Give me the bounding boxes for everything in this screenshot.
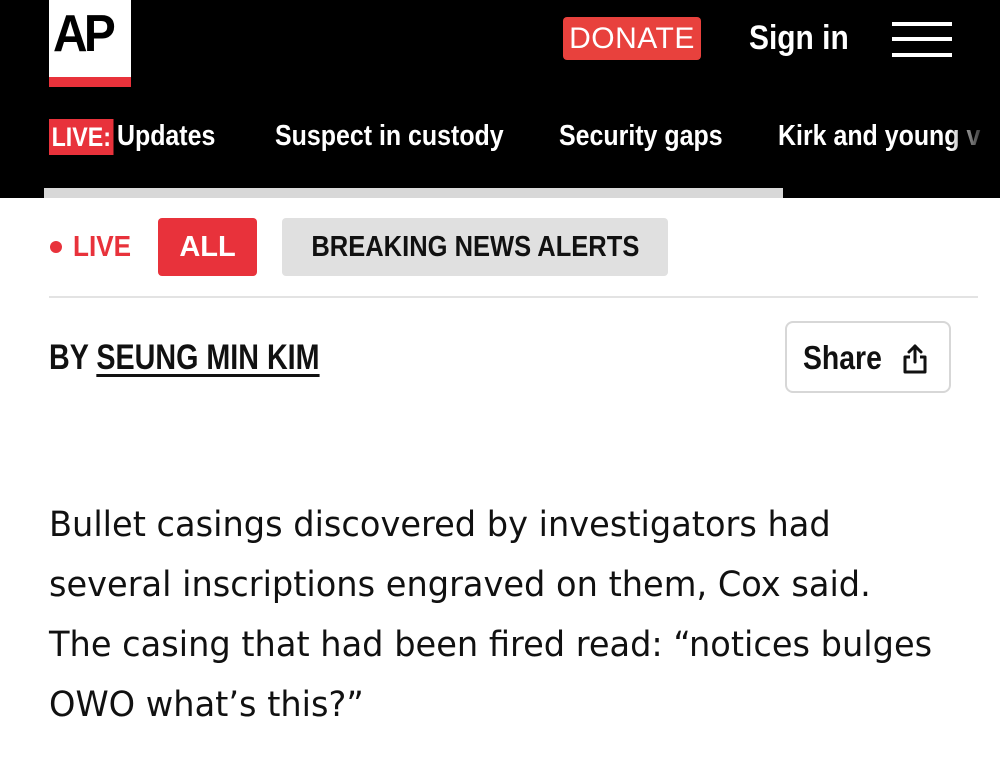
byline: BY SEUNG MIN KIM (49, 335, 320, 381)
menu-line (892, 22, 952, 26)
top-navigation-bar: AP DONATE Sign in LIVE: Updates Suspect i… (0, 0, 1000, 198)
share-upload-icon (903, 344, 927, 374)
nav-item-updates[interactable]: LIVE: Updates (49, 113, 215, 159)
nav-item-label: Updates (116, 120, 216, 152)
ap-logo[interactable]: AP (49, 0, 131, 87)
live-label: LIVE (73, 231, 132, 263)
section-divider (49, 296, 978, 298)
hamburger-menu-icon[interactable] (892, 22, 952, 58)
nav-item-suspect-in-custody[interactable]: Suspect in custody (275, 113, 504, 159)
article-paragraph: Bullet casings discovered by investigato… (49, 505, 933, 725)
live-dot-icon (50, 241, 62, 253)
tab-all[interactable]: ALL (158, 218, 257, 276)
topic-nav-strip: LIVE: Updates Suspect in custody Security… (49, 113, 1000, 159)
nav-scroll-indicator[interactable] (44, 188, 783, 198)
share-label: Share (803, 339, 882, 376)
nav-fade-overlay (950, 113, 1000, 159)
sign-in-link[interactable]: Sign in (749, 16, 849, 60)
live-badge: LIVE: (49, 119, 114, 156)
byline-prefix: BY (49, 338, 89, 377)
tab-breaking-news-alerts[interactable]: BREAKING NEWS ALERTS (282, 218, 668, 276)
author-link[interactable]: SEUNG MIN KIM (96, 338, 319, 377)
ap-logo-text: AP (53, 5, 116, 63)
donate-button[interactable]: DONATE (563, 17, 701, 60)
menu-line (892, 53, 952, 57)
tab-breaking-news-alerts-label: BREAKING NEWS ALERTS (311, 231, 639, 263)
menu-line (892, 37, 952, 41)
nav-item-security-gaps[interactable]: Security gaps (559, 113, 723, 159)
share-button[interactable]: Share (785, 321, 951, 393)
ap-logo-red-bar (49, 77, 131, 87)
